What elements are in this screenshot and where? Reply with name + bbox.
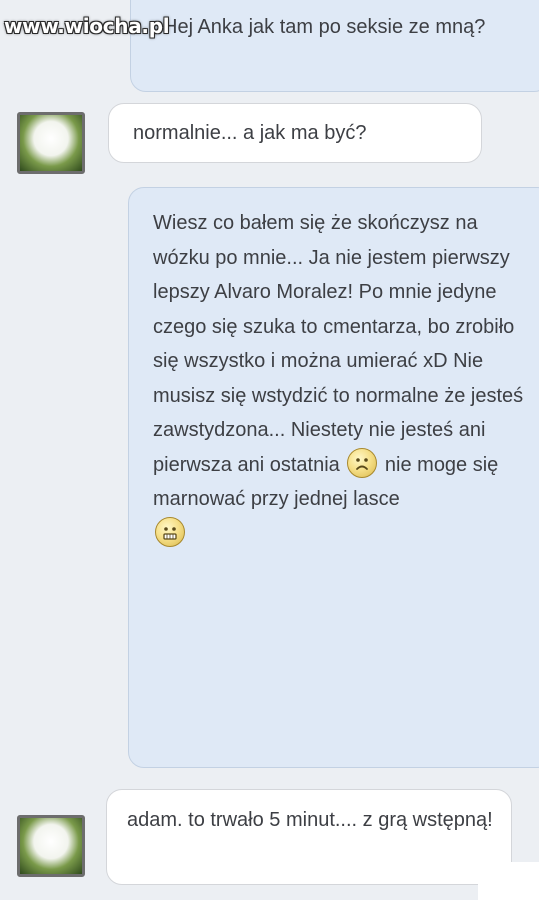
message-received-1: normalnie... a jak ma być? [108,103,482,163]
contact-avatar[interactable] [17,112,85,174]
message-text: Hej Anka jak tam po seksie ze mną? [163,16,486,38]
message-sent-1: Hej Anka jak tam po seksie ze mną? [130,0,539,92]
message-sent-2: Wiesz co bałem się że skończysz na wózku… [128,187,539,768]
watermark-logo: www.wiocha.pl [4,14,170,38]
message-text: Wiesz co bałem się że skończysz na wózku… [153,212,524,476]
message-text: normalnie... a jak ma być? [133,122,367,144]
contact-avatar[interactable] [17,815,85,877]
corner-block [478,862,539,900]
message-text: adam. to trwało 5 minut.... z grą wstępn… [127,809,493,831]
smile-face-icon [155,516,185,547]
message-received-2: adam. to trwało 5 minut.... z grą wstępn… [106,789,512,885]
sad-face-icon [347,447,378,478]
